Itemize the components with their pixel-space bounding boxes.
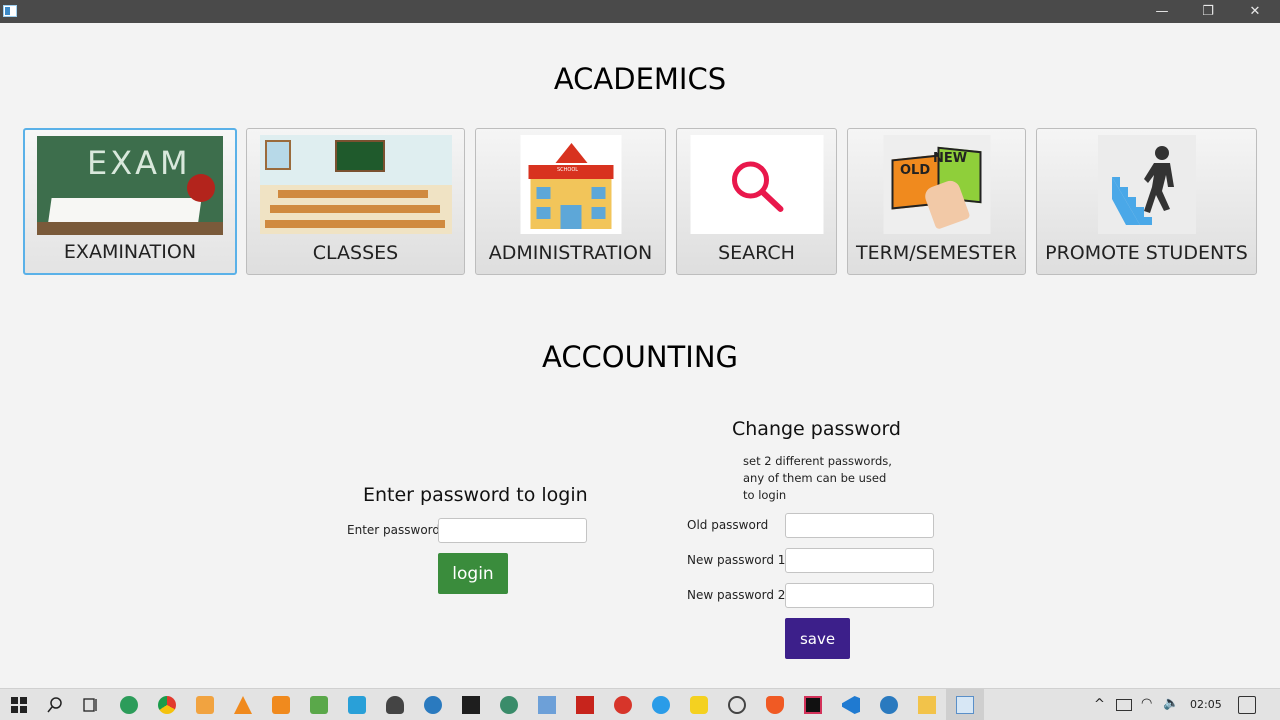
classes-tile-button[interactable]: CLASSES: [246, 128, 465, 275]
app-icon[interactable]: [120, 696, 138, 714]
administration-label: ADMINISTRATION: [488, 242, 653, 264]
filezilla-icon[interactable]: [576, 696, 594, 714]
old-password-input[interactable]: [785, 513, 934, 538]
old-text: OLD: [900, 163, 931, 178]
app-icon[interactable]: [348, 696, 366, 714]
window: [591, 207, 605, 219]
new-password-1-input[interactable]: [785, 548, 934, 573]
app-icon[interactable]: [272, 696, 290, 714]
change-password-note-line: any of them can be used: [743, 471, 887, 485]
old-new-book-image: OLD NEW: [883, 135, 990, 234]
exam-image-text: EXAM: [87, 144, 191, 182]
search-tile-button[interactable]: SEARCH: [676, 128, 837, 275]
school-building-image: SCHOOL: [520, 135, 621, 234]
examination-tile-button[interactable]: EXAM EXAMINATION: [23, 128, 237, 275]
app-icon[interactable]: [386, 696, 404, 714]
file-explorer-icon[interactable]: [918, 696, 936, 714]
administration-tile-button[interactable]: SCHOOL ADMINISTRATION: [475, 128, 666, 275]
app-icon[interactable]: [424, 696, 442, 714]
login-button[interactable]: login: [438, 553, 508, 594]
app-icon[interactable]: [690, 696, 708, 714]
search-icon[interactable]: [46, 696, 64, 714]
enter-password-label: Enter password: [347, 523, 440, 537]
school-sign-text: SCHOOL: [557, 167, 579, 173]
desk-row: [277, 190, 428, 198]
academics-heading: ACADEMICS: [553, 62, 727, 96]
window-image: [264, 140, 291, 170]
roof: [555, 143, 587, 163]
examination-label: EXAMINATION: [63, 241, 197, 263]
app-icon[interactable]: [728, 696, 746, 714]
search-label: SEARCH: [718, 242, 795, 264]
old-password-label: Old password: [687, 518, 769, 532]
change-password-note-line: to login: [743, 488, 787, 502]
search-icon: [690, 135, 823, 234]
desk-edge: [37, 222, 223, 235]
minimize-button[interactable]: —: [1139, 0, 1185, 23]
notifications-icon[interactable]: [1238, 696, 1256, 714]
apple-image: [187, 174, 215, 202]
login-heading: Enter password to login: [363, 484, 588, 506]
new-password-1-label: New password 1: [687, 553, 786, 567]
chevron-up-icon[interactable]: ^: [1094, 697, 1105, 712]
promote-stairs-icon: [1097, 135, 1196, 234]
window-title-bar: — ❐ ✕: [0, 0, 1280, 23]
brave-icon[interactable]: [766, 696, 784, 714]
login-password-input[interactable]: [438, 518, 587, 543]
clock[interactable]: 02:05: [1190, 698, 1222, 711]
classes-label: CLASSES: [312, 242, 399, 264]
vscode-icon[interactable]: [842, 696, 860, 714]
term-semester-label: TERM/SEMESTER: [856, 242, 1017, 264]
classroom-image: [259, 135, 452, 234]
app-icon[interactable]: [538, 696, 556, 714]
windows-start-icon[interactable]: [10, 696, 28, 714]
new-password-2-input[interactable]: [785, 583, 934, 608]
app-icon[interactable]: [880, 696, 898, 714]
maximize-button[interactable]: ❐: [1185, 0, 1231, 23]
volume-icon[interactable]: 🔈: [1163, 696, 1179, 711]
window: [591, 187, 605, 199]
window: [536, 187, 550, 199]
app-icon[interactable]: [500, 696, 518, 714]
java-app-icon[interactable]: [956, 696, 974, 714]
app-icon[interactable]: [614, 696, 632, 714]
taskbar: ^ ◠ 🔈 02:05: [0, 688, 1280, 720]
accounting-heading: ACCOUNTING: [541, 340, 738, 374]
qt-icon[interactable]: [310, 696, 328, 714]
new-text: NEW: [933, 151, 968, 166]
promote-students-label: PROMOTE STUDENTS: [1045, 242, 1248, 264]
intellij-icon[interactable]: [804, 696, 822, 714]
promote-students-tile-button[interactable]: PROMOTE STUDENTS: [1036, 128, 1257, 275]
task-view-icon[interactable]: [81, 696, 99, 714]
twitter-icon[interactable]: [652, 696, 670, 714]
term-semester-tile-button[interactable]: OLD NEW TERM/SEMESTER: [847, 128, 1026, 275]
terminal-icon[interactable]: [462, 696, 480, 714]
window: [536, 207, 550, 219]
change-password-note: set 2 different passwords, any of them c…: [743, 453, 903, 504]
close-button[interactable]: ✕: [1232, 0, 1278, 23]
app-window-icon: [3, 5, 17, 17]
vlc-icon[interactable]: [234, 696, 252, 714]
chrome-icon[interactable]: [158, 696, 176, 714]
door: [560, 205, 581, 229]
desk-row: [264, 220, 445, 228]
exam-chalkboard-image: EXAM: [37, 136, 223, 235]
media-icon[interactable]: [196, 696, 214, 714]
save-button[interactable]: save: [785, 618, 850, 659]
blackboard-image: [334, 140, 385, 172]
battery-icon[interactable]: [1116, 699, 1132, 711]
change-password-heading: Change password: [732, 418, 901, 440]
desk-row: [269, 205, 440, 213]
change-password-note-line: set 2 different passwords,: [743, 454, 892, 468]
new-password-2-label: New password 2: [687, 588, 786, 602]
wifi-icon[interactable]: ◠: [1141, 696, 1152, 711]
